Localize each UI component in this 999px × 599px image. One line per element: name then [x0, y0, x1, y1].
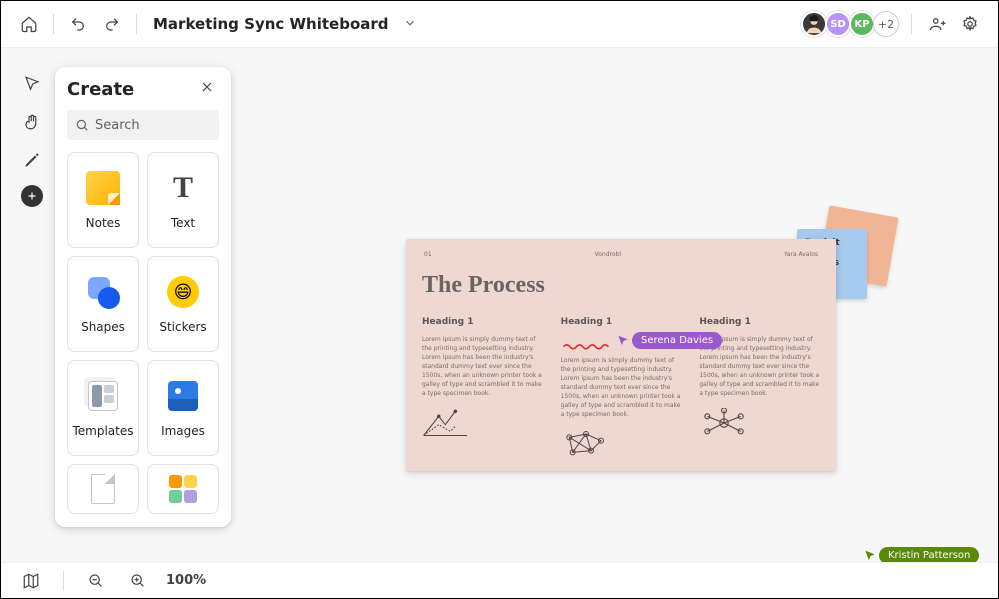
avatar-2[interactable]: SD — [825, 11, 851, 37]
sticker-icon: 😄 — [167, 276, 199, 308]
create-notes-card[interactable]: Notes — [67, 152, 139, 248]
process-col-3-heading: Heading 1 — [699, 317, 820, 327]
share-button[interactable] — [924, 10, 952, 38]
ink-tool[interactable] — [19, 147, 45, 173]
create-images-label: Images — [161, 424, 205, 438]
process-card[interactable]: 01 Vondrobl Yara Avalos The Process Head… — [406, 239, 836, 471]
avatar-overflow[interactable]: +2 — [873, 11, 899, 37]
redo-button[interactable] — [98, 10, 126, 38]
image-icon — [168, 381, 198, 411]
process-col-2-art — [561, 429, 682, 463]
undo-button[interactable] — [64, 10, 92, 38]
create-panel: Create Search Notes T Text Shapes 😄 Stic… — [55, 67, 231, 527]
squiggle-annotation — [561, 342, 619, 350]
board-title[interactable]: Marketing Sync Whiteboard — [153, 15, 389, 33]
grid-icon — [169, 475, 197, 503]
process-col-1-body: Lorem ipsum is simply dummy text of the … — [422, 335, 543, 398]
create-search[interactable]: Search — [67, 110, 219, 140]
home-button[interactable] — [15, 10, 43, 38]
create-images-card[interactable]: Images — [147, 360, 219, 456]
create-panel-close[interactable] — [199, 79, 219, 99]
add-tool[interactable] — [21, 185, 43, 207]
zoom-level[interactable]: 100% — [166, 573, 206, 588]
shapes-icon — [86, 275, 120, 309]
create-text-label: Text — [171, 216, 195, 230]
process-col-2-body: Lorem ipsum is simply dummy text of the … — [561, 356, 682, 419]
separator — [63, 571, 64, 591]
board-title-dropdown[interactable] — [403, 15, 417, 34]
create-extra-card-2[interactable] — [147, 464, 219, 514]
create-stickers-label: Stickers — [159, 320, 206, 334]
process-top-center: Vondrobl — [595, 251, 621, 258]
create-shapes-card[interactable]: Shapes — [67, 256, 139, 352]
zoom-out-button[interactable] — [82, 567, 110, 595]
separator — [911, 14, 912, 34]
template-icon — [88, 381, 118, 411]
cursor-serena: Serena Davies — [616, 332, 722, 349]
create-templates-card[interactable]: Templates — [67, 360, 139, 456]
process-col-3-art — [699, 408, 820, 442]
process-col-1-heading: Heading 1 — [422, 317, 543, 327]
text-icon: T — [173, 171, 193, 205]
create-text-card[interactable]: T Text — [147, 152, 219, 248]
separator — [53, 14, 54, 34]
create-templates-label: Templates — [72, 424, 133, 438]
settings-button[interactable] — [956, 10, 984, 38]
create-search-placeholder: Search — [95, 118, 140, 133]
create-shapes-label: Shapes — [81, 320, 125, 334]
minimap-button[interactable] — [17, 567, 45, 595]
process-top-right: Yara Avalos — [784, 251, 818, 258]
create-stickers-card[interactable]: 😄 Stickers — [147, 256, 219, 352]
process-top-left: 01 — [424, 251, 432, 258]
avatar-3[interactable]: KP — [849, 11, 875, 37]
avatar-1[interactable] — [801, 11, 827, 37]
select-tool[interactable] — [19, 71, 45, 97]
create-panel-title: Create — [67, 79, 134, 100]
pan-tool[interactable] — [19, 109, 45, 135]
create-extra-card-1[interactable] — [67, 464, 139, 514]
cursor-serena-label: Serena Davies — [632, 332, 722, 349]
zoom-in-button[interactable] — [124, 567, 152, 595]
process-col-2-heading: Heading 1 — [561, 317, 682, 327]
search-icon — [75, 118, 89, 132]
process-col-1-art — [422, 408, 543, 442]
separator — [136, 14, 137, 34]
note-icon — [86, 171, 120, 205]
create-notes-label: Notes — [86, 216, 121, 230]
process-title: The Process — [422, 272, 820, 299]
document-icon — [91, 474, 115, 504]
